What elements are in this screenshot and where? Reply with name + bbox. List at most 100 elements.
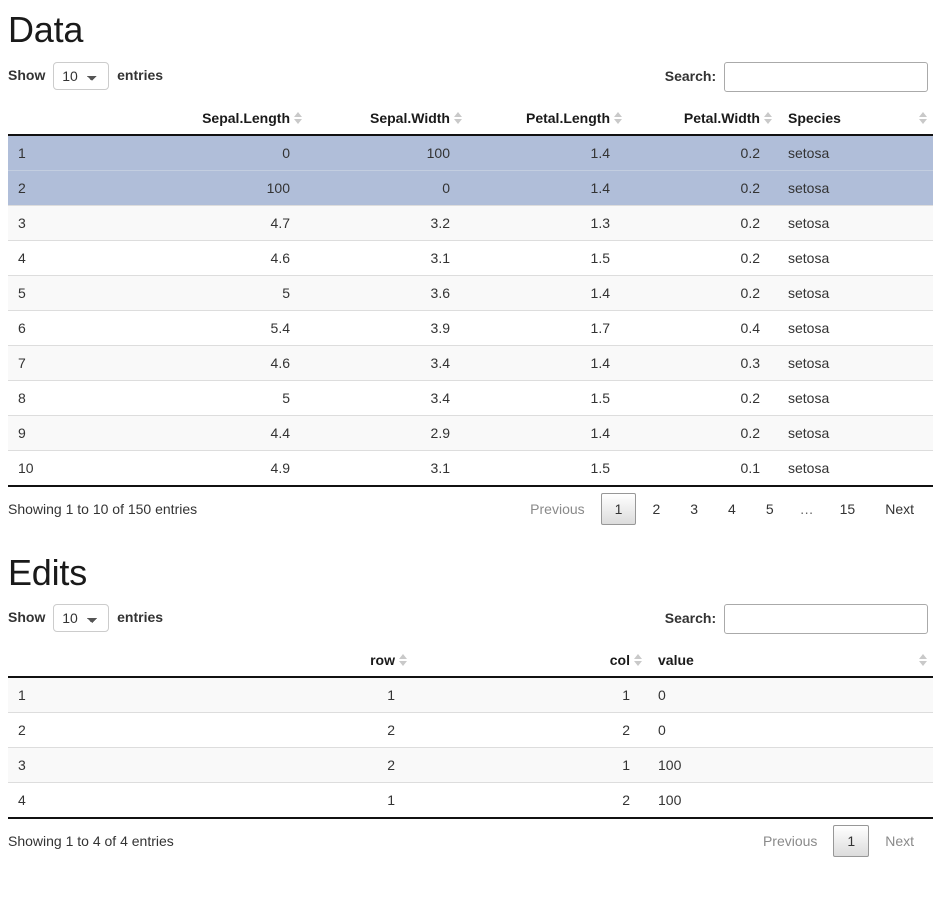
cell-species[interactable]: setosa	[778, 379, 933, 416]
cell-sepal-length[interactable]: 5.4	[148, 309, 308, 346]
cell-petal-width[interactable]: 0.2	[628, 274, 778, 311]
cell-species[interactable]: setosa	[778, 449, 933, 487]
edits-pagination-previous[interactable]: Previous	[749, 825, 831, 857]
cell-row[interactable]: 1	[353, 677, 413, 713]
cell-species[interactable]: setosa	[778, 134, 933, 171]
sort-arrows-icon[interactable]	[613, 111, 623, 124]
cell-species[interactable]: setosa	[778, 309, 933, 346]
data-column-header-sepal-length[interactable]: Sepal.Length	[148, 101, 308, 136]
cell-index[interactable]: 6	[8, 309, 148, 346]
cell-sepal-length[interactable]: 4.7	[148, 204, 308, 241]
cell-petal-length[interactable]: 1.4	[468, 134, 628, 171]
cell-petal-width[interactable]: 0.2	[628, 169, 778, 206]
sort-arrows-icon[interactable]	[918, 111, 928, 124]
sort-arrows-icon[interactable]	[918, 654, 928, 667]
cell-species[interactable]: setosa	[778, 169, 933, 206]
table-row[interactable]: 2220	[8, 712, 933, 748]
data-pagination-page-2[interactable]: 2	[638, 493, 674, 525]
table-row[interactable]: 2 100 0 1.4 0.2 setosa	[8, 169, 933, 206]
table-row[interactable]: 4 4.6 3.1 1.5 0.2 setosa	[8, 239, 933, 276]
cell-sepal-length[interactable]: 5	[148, 379, 308, 416]
table-row[interactable]: 10 4.9 3.1 1.5 0.1 setosa	[8, 449, 933, 487]
cell-value[interactable]: 0	[648, 712, 933, 748]
sort-arrows-icon[interactable]	[293, 111, 303, 124]
cell-sepal-width[interactable]: 3.4	[308, 379, 468, 416]
table-row[interactable]: 7 4.6 3.4 1.4 0.3 setosa	[8, 344, 933, 381]
cell-petal-length[interactable]: 1.5	[468, 239, 628, 276]
data-search-input[interactable]	[724, 61, 928, 92]
cell-petal-length[interactable]: 1.4	[468, 344, 628, 381]
cell-petal-width[interactable]: 0.2	[628, 414, 778, 451]
cell-sepal-length[interactable]: 4.6	[148, 344, 308, 381]
edits-column-header-row[interactable]: row	[353, 644, 413, 679]
cell-sepal-length[interactable]: 4.6	[148, 239, 308, 276]
cell-index[interactable]: 1	[8, 134, 148, 171]
edits-pagination-next[interactable]: Next	[871, 825, 928, 857]
cell-col[interactable]: 1	[413, 677, 648, 713]
cell-petal-width[interactable]: 0.4	[628, 309, 778, 346]
cell-sepal-width[interactable]: 3.1	[308, 239, 468, 276]
sort-arrows-icon[interactable]	[763, 111, 773, 124]
data-pagination-page-15[interactable]: 15	[826, 493, 870, 525]
cell-col[interactable]: 1	[413, 747, 648, 783]
cell-petal-width[interactable]: 0.2	[628, 134, 778, 171]
data-pagination-page-3[interactable]: 3	[676, 493, 712, 525]
edits-entries-select[interactable]: 102550100	[53, 604, 110, 633]
cell-index[interactable]: 3	[8, 747, 353, 783]
cell-petal-length[interactable]: 1.5	[468, 449, 628, 487]
cell-row[interactable]: 2	[353, 747, 413, 783]
cell-sepal-width[interactable]: 3.6	[308, 274, 468, 311]
cell-sepal-length[interactable]: 4.9	[148, 449, 308, 487]
cell-species[interactable]: setosa	[778, 344, 933, 381]
cell-species[interactable]: setosa	[778, 274, 933, 311]
cell-petal-width[interactable]: 0.3	[628, 344, 778, 381]
cell-petal-width[interactable]: 0.2	[628, 204, 778, 241]
cell-sepal-width[interactable]: 3.4	[308, 344, 468, 381]
sort-arrows-icon[interactable]	[398, 654, 408, 667]
sort-arrows-icon[interactable]	[453, 111, 463, 124]
cell-index[interactable]: 3	[8, 204, 148, 241]
cell-index[interactable]: 9	[8, 414, 148, 451]
data-entries-select[interactable]: 102550100	[53, 61, 110, 90]
data-pagination-page-5[interactable]: 5	[752, 493, 788, 525]
cell-petal-width[interactable]: 0.1	[628, 449, 778, 487]
cell-petal-width[interactable]: 0.2	[628, 379, 778, 416]
data-column-header-species[interactable]: Species	[778, 101, 933, 136]
table-row[interactable]: 4 1 2 100	[8, 782, 933, 820]
cell-col[interactable]: 2	[413, 712, 648, 748]
table-row[interactable]: 9 4.4 2.9 1.4 0.2 setosa	[8, 414, 933, 451]
data-column-header-petal-width[interactable]: Petal.Width	[628, 101, 778, 136]
cell-petal-length[interactable]: 1.4	[468, 169, 628, 206]
cell-index[interactable]: 8	[8, 379, 148, 416]
cell-value[interactable]: 100	[648, 747, 933, 783]
table-row[interactable]: 1 0 100 1.4 0.2 setosa	[8, 134, 933, 171]
cell-sepal-width[interactable]: 3.1	[308, 449, 468, 487]
edits-search-input[interactable]	[724, 604, 928, 635]
cell-row[interactable]: 2	[353, 712, 413, 748]
cell-petal-length[interactable]: 1.3	[468, 204, 628, 241]
cell-index[interactable]: 2	[8, 169, 148, 206]
cell-petal-length[interactable]: 1.4	[468, 274, 628, 311]
table-row[interactable]: 6 5.4 3.9 1.7 0.4 setosa	[8, 309, 933, 346]
cell-sepal-length[interactable]: 100	[148, 169, 308, 206]
table-row[interactable]: 3 4.7 3.2 1.3 0.2 setosa	[8, 204, 933, 241]
cell-index[interactable]: 4	[8, 239, 148, 276]
cell-index[interactable]: 5	[8, 274, 148, 311]
cell-petal-length[interactable]: 1.7	[468, 309, 628, 346]
cell-sepal-width[interactable]: 3.2	[308, 204, 468, 241]
cell-petal-length[interactable]: 1.4	[468, 414, 628, 451]
data-pagination-page-1[interactable]: 1	[600, 492, 637, 525]
cell-value[interactable]: 100	[648, 782, 933, 820]
cell-col[interactable]: 2	[413, 782, 648, 820]
edits-pagination-page-1[interactable]: 1	[833, 825, 870, 858]
cell-sepal-length[interactable]: 5	[148, 274, 308, 311]
cell-species[interactable]: setosa	[778, 414, 933, 451]
edits-column-header-col[interactable]: col	[413, 644, 648, 679]
cell-petal-width[interactable]: 0.2	[628, 239, 778, 276]
cell-index[interactable]: 2	[8, 712, 353, 748]
cell-index[interactable]: 4	[8, 782, 353, 820]
cell-sepal-length[interactable]: 0	[148, 134, 308, 171]
cell-sepal-width[interactable]: 2.9	[308, 414, 468, 451]
data-column-header-petal-length[interactable]: Petal.Length	[468, 101, 628, 136]
cell-value[interactable]: 0	[648, 677, 933, 713]
